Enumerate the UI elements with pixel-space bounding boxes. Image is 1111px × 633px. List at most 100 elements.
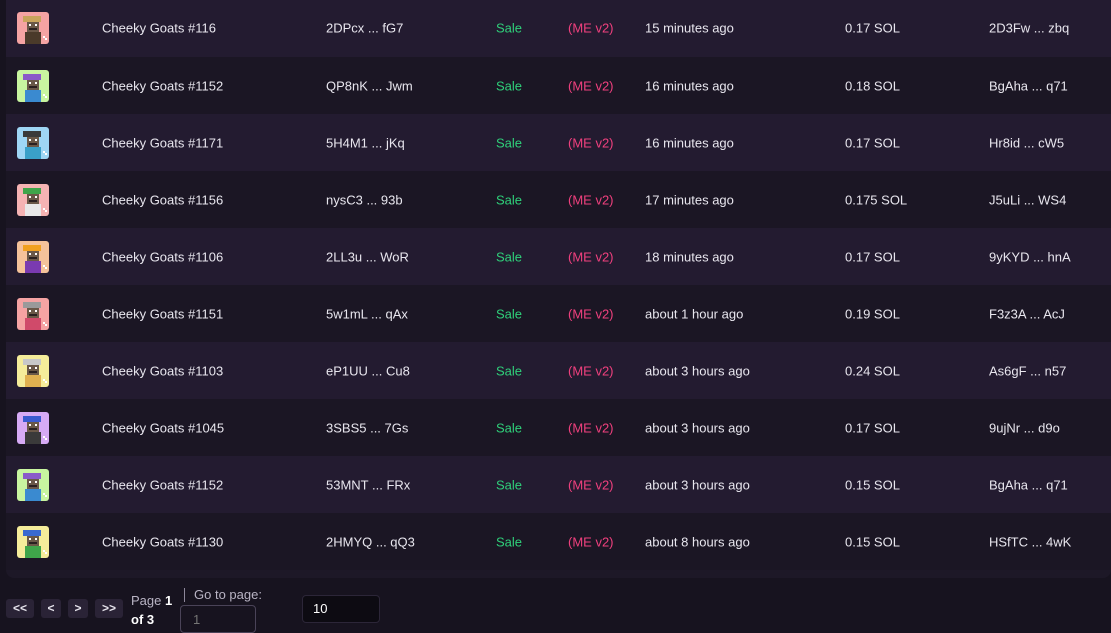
table-row[interactable]: Cheeky Goats #1156 nysC3 ... 93b Sale (ME v… bbox=[6, 171, 1111, 228]
mint-address[interactable]: 2LL3u ... WoR bbox=[326, 249, 409, 264]
table-row[interactable]: Cheeky Goats #1171 5H4M1 ... jKq Sale (ME v… bbox=[6, 114, 1111, 171]
tx-type: Sale bbox=[496, 249, 523, 264]
tx-time: about 3 hours ago bbox=[645, 477, 750, 492]
sale-price: 0.17 SOL bbox=[845, 135, 900, 150]
table-row[interactable]: Cheeky Goats #1152 53MNT ... FRx Sale (ME v… bbox=[6, 456, 1111, 513]
goto-page-input[interactable] bbox=[180, 605, 256, 633]
nft-name[interactable]: Cheeky Goats #1130 bbox=[102, 534, 223, 549]
mint-address[interactable]: 2HMYQ ... qQ3 bbox=[326, 534, 415, 549]
next-page-button[interactable]: > bbox=[68, 599, 88, 618]
nft-name[interactable]: Cheeky Goats #1156 bbox=[102, 192, 223, 207]
first-page-button[interactable]: << bbox=[6, 599, 34, 618]
nft-name[interactable]: Cheeky Goats #1152 bbox=[102, 78, 223, 93]
marketplace: (ME v2) bbox=[568, 135, 614, 150]
tx-time: 17 minutes ago bbox=[645, 192, 734, 207]
tx-time: about 3 hours ago bbox=[645, 420, 750, 435]
tx-type: Sale bbox=[496, 420, 523, 435]
sale-price: 0.18 SOL bbox=[845, 78, 900, 93]
nft-name[interactable]: Cheeky Goats #1151 bbox=[102, 306, 223, 321]
buyer-address[interactable]: As6gF ... n57 bbox=[989, 363, 1066, 378]
sales-table: Cheeky Goats #116 2DPcx ... fG7 Sale (ME v2… bbox=[6, 0, 1111, 578]
nft-thumbnail[interactable] bbox=[17, 411, 49, 444]
tx-type: Sale bbox=[496, 477, 523, 492]
sale-price: 0.15 SOL bbox=[845, 534, 900, 549]
sale-price: 0.15 SOL bbox=[845, 477, 900, 492]
mint-address[interactable]: nysC3 ... 93b bbox=[326, 192, 403, 207]
table-row[interactable]: Cheeky Goats #1151 5w1mL ... qAx Sale (ME v… bbox=[6, 285, 1111, 342]
buyer-address[interactable]: BgAha ... q71 bbox=[989, 78, 1068, 93]
nft-name[interactable]: Cheeky Goats #1103 bbox=[102, 363, 223, 378]
sale-price: 0.17 SOL bbox=[845, 249, 900, 264]
nft-thumbnail[interactable] bbox=[17, 69, 49, 102]
tx-type: Sale bbox=[496, 534, 523, 549]
page-indicator: Page 1 of 3 bbox=[131, 591, 179, 629]
nft-thumbnail[interactable] bbox=[17, 126, 49, 159]
nft-thumbnail[interactable] bbox=[17, 12, 49, 44]
nft-thumbnail[interactable] bbox=[17, 297, 49, 330]
goto-label: Go to page: bbox=[194, 587, 262, 602]
tx-time: 16 minutes ago bbox=[645, 78, 734, 93]
nft-name[interactable]: Cheeky Goats #1045 bbox=[102, 420, 224, 435]
table-row[interactable]: Cheeky Goats #1103 eP1UU ... Cu8 Sale (ME v… bbox=[6, 342, 1111, 399]
tx-time: 18 minutes ago bbox=[645, 249, 734, 264]
nft-name[interactable]: Cheeky Goats #1152 bbox=[102, 477, 223, 492]
tx-type: Sale bbox=[496, 135, 523, 150]
buyer-address[interactable]: F3z3A ... AcJ bbox=[989, 306, 1065, 321]
marketplace: (ME v2) bbox=[568, 420, 614, 435]
buyer-address[interactable]: 9ujNr ... d9o bbox=[989, 420, 1060, 435]
sale-price: 0.17 SOL bbox=[845, 420, 900, 435]
tx-time: about 1 hour ago bbox=[645, 306, 744, 321]
mint-address[interactable]: 5w1mL ... qAx bbox=[326, 306, 408, 321]
sale-price: 0.19 SOL bbox=[845, 306, 900, 321]
table-row[interactable]: Cheeky Goats #116 2DPcx ... fG7 Sale (ME v2… bbox=[6, 0, 1111, 57]
mint-address[interactable]: 2DPcx ... fG7 bbox=[326, 21, 403, 36]
marketplace: (ME v2) bbox=[568, 534, 614, 549]
pager-divider bbox=[184, 588, 185, 602]
mint-address[interactable]: 53MNT ... FRx bbox=[326, 477, 410, 492]
nft-thumbnail[interactable] bbox=[17, 183, 49, 216]
nft-thumbnail[interactable] bbox=[17, 525, 49, 558]
marketplace: (ME v2) bbox=[568, 192, 614, 207]
buyer-address[interactable]: 9yKYD ... hnA bbox=[989, 249, 1071, 264]
buyer-address[interactable]: 2D3Fw ... zbq bbox=[989, 21, 1069, 36]
tx-type: Sale bbox=[496, 192, 523, 207]
nft-thumbnail[interactable] bbox=[17, 240, 49, 273]
marketplace: (ME v2) bbox=[568, 20, 614, 36]
marketplace: (ME v2) bbox=[568, 249, 614, 264]
mint-address[interactable]: 5H4M1 ... jKq bbox=[326, 135, 405, 150]
page-of: of 3 bbox=[131, 612, 155, 627]
mint-address[interactable]: 3SBS5 ... 7Gs bbox=[326, 420, 408, 435]
sale-price: 0.175 SOL bbox=[845, 192, 908, 207]
buyer-address[interactable]: HSfTC ... 4wK bbox=[989, 534, 1071, 549]
buyer-address[interactable]: Hr8id ... cW5 bbox=[989, 135, 1064, 150]
tx-time: about 8 hours ago bbox=[645, 534, 750, 549]
page-size-select[interactable]: 10 bbox=[302, 595, 380, 623]
nft-name[interactable]: Cheeky Goats #1171 bbox=[102, 135, 223, 150]
nft-thumbnail[interactable] bbox=[17, 468, 49, 501]
sale-price: 0.17 SOL bbox=[845, 20, 900, 36]
table-row[interactable]: Cheeky Goats #1130 2HMYQ ... qQ3 Sale (ME v… bbox=[6, 513, 1111, 570]
nft-thumbnail[interactable] bbox=[17, 354, 49, 387]
table-row[interactable]: Cheeky Goats #1045 3SBS5 ... 7Gs Sale (ME v… bbox=[6, 399, 1111, 456]
tx-time: about 3 hours ago bbox=[645, 363, 750, 378]
pagination: << < > >> Page 1 of 3 Go to page: 10 bbox=[0, 585, 1111, 633]
nft-name[interactable]: Cheeky Goats #1106 bbox=[102, 249, 223, 264]
buyer-address[interactable]: BgAha ... q71 bbox=[989, 477, 1068, 492]
last-page-button[interactable]: >> bbox=[95, 599, 123, 618]
tx-type: Sale bbox=[496, 363, 523, 378]
marketplace: (ME v2) bbox=[568, 306, 614, 321]
sale-price: 0.24 SOL bbox=[845, 363, 900, 378]
table-row[interactable]: Cheeky Goats #1152 QP8nK ... Jwm Sale (ME v… bbox=[6, 57, 1111, 114]
marketplace: (ME v2) bbox=[568, 363, 614, 378]
mint-address[interactable]: QP8nK ... Jwm bbox=[326, 78, 413, 93]
tx-type: Sale bbox=[496, 78, 523, 93]
page-current: 1 bbox=[165, 593, 173, 608]
marketplace: (ME v2) bbox=[568, 477, 614, 492]
tx-type: Sale bbox=[496, 306, 523, 321]
tx-type: Sale bbox=[496, 20, 523, 36]
mint-address[interactable]: eP1UU ... Cu8 bbox=[326, 363, 410, 378]
nft-name[interactable]: Cheeky Goats #116 bbox=[102, 21, 216, 36]
prev-page-button[interactable]: < bbox=[41, 599, 61, 618]
table-row[interactable]: Cheeky Goats #1106 2LL3u ... WoR Sale (ME v… bbox=[6, 228, 1111, 285]
buyer-address[interactable]: J5uLi ... WS4 bbox=[989, 192, 1066, 207]
